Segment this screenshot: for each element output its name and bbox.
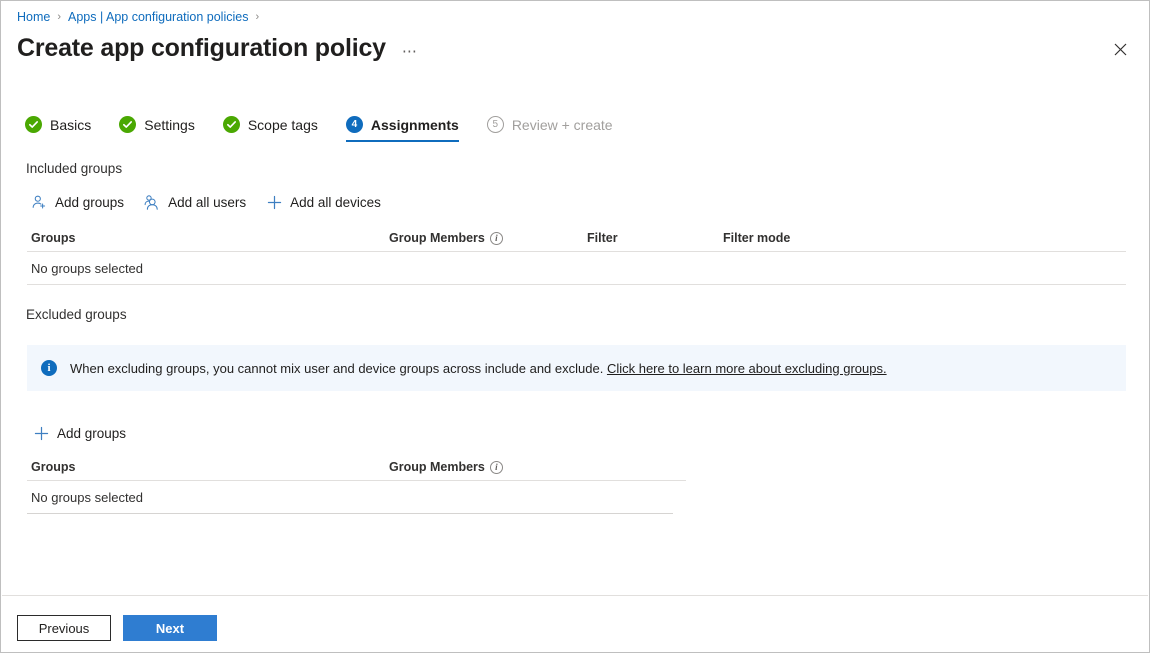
- table-row-empty: No groups selected: [27, 481, 673, 514]
- column-header-filter[interactable]: Filter: [587, 231, 723, 245]
- column-header-group-members[interactable]: Group Members i: [389, 231, 587, 245]
- info-icon: i: [41, 360, 57, 376]
- plus-icon: [31, 423, 51, 443]
- wizard-step-label: Basics: [50, 117, 91, 133]
- create-app-configuration-policy-blade: Home › Apps | App configuration policies…: [0, 0, 1150, 653]
- more-options-button[interactable]: ⋯: [402, 39, 418, 59]
- add-all-devices-button[interactable]: Add all devices: [264, 189, 381, 215]
- add-all-users-label: Add all users: [168, 195, 246, 210]
- banner-message: When excluding groups, you cannot mix us…: [70, 361, 603, 376]
- breadcrumb: Home › Apps | App configuration policies…: [17, 9, 266, 25]
- wizard-steps: Basics Settings Scope tags 4 Assignments: [25, 116, 641, 142]
- learn-more-link[interactable]: Click here to learn more about excluding…: [607, 361, 887, 376]
- breadcrumb-separator-icon: ›: [255, 9, 259, 25]
- check-circle-icon: [119, 116, 136, 133]
- excluded-groups-table: Groups Group Members i No groups selecte…: [27, 454, 686, 514]
- table-header-row: Groups Group Members i: [27, 454, 686, 481]
- wizard-step-label: Settings: [144, 117, 195, 133]
- step-number-badge: 4: [346, 116, 363, 133]
- excluded-groups-commandbar: Add groups: [31, 420, 144, 446]
- info-icon[interactable]: i: [490, 461, 503, 474]
- included-groups-table: Groups Group Members i Filter Filter mod…: [27, 225, 1126, 285]
- included-groups-commandbar: Add groups Add all users Add all devices: [29, 189, 399, 215]
- wizard-step-basics[interactable]: Basics: [25, 116, 91, 142]
- column-header-group-members[interactable]: Group Members i: [389, 460, 589, 474]
- banner-text: When excluding groups, you cannot mix us…: [70, 361, 887, 376]
- excluded-groups-label: Excluded groups: [26, 307, 127, 322]
- info-icon[interactable]: i: [490, 232, 503, 245]
- users-icon: [142, 192, 162, 212]
- check-circle-icon: [25, 116, 42, 133]
- step-number-badge: 5: [487, 116, 504, 133]
- close-icon: [1114, 43, 1127, 61]
- next-button[interactable]: Next: [123, 615, 217, 641]
- breadcrumb-item-apps[interactable]: Apps | App configuration policies: [68, 9, 248, 25]
- previous-button[interactable]: Previous: [17, 615, 111, 641]
- add-all-users-button[interactable]: Add all users: [142, 189, 246, 215]
- table-row-empty: No groups selected: [27, 252, 1126, 285]
- column-header-groups[interactable]: Groups: [27, 460, 389, 474]
- add-groups-label: Add groups: [55, 195, 124, 210]
- empty-state-text: No groups selected: [27, 490, 143, 505]
- column-header-filter-mode[interactable]: Filter mode: [723, 231, 923, 245]
- breadcrumb-item-home[interactable]: Home: [17, 9, 50, 25]
- empty-state-text: No groups selected: [27, 261, 143, 276]
- footer-divider: [2, 595, 1148, 596]
- add-all-devices-label: Add all devices: [290, 195, 381, 210]
- wizard-step-label: Review + create: [512, 117, 613, 133]
- excluded-add-groups-label: Add groups: [57, 426, 126, 441]
- page-title: Create app configuration policy: [17, 34, 386, 63]
- footer-actions: Previous Next: [17, 615, 217, 641]
- plus-icon: [264, 192, 284, 212]
- close-button[interactable]: [1105, 37, 1135, 67]
- wizard-step-assignments[interactable]: 4 Assignments: [346, 116, 459, 142]
- wizard-step-review-create[interactable]: 5 Review + create: [487, 116, 613, 142]
- breadcrumb-separator-icon: ›: [57, 9, 61, 25]
- add-groups-button[interactable]: Add groups: [29, 189, 124, 215]
- wizard-step-settings[interactable]: Settings: [119, 116, 195, 142]
- wizard-step-label: Assignments: [371, 117, 459, 133]
- table-header-row: Groups Group Members i Filter Filter mod…: [27, 225, 1126, 252]
- wizard-step-scope-tags[interactable]: Scope tags: [223, 116, 318, 142]
- wizard-step-label: Scope tags: [248, 117, 318, 133]
- column-header-groups[interactable]: Groups: [27, 231, 389, 245]
- title-row: Create app configuration policy ⋯: [17, 34, 418, 63]
- included-groups-label: Included groups: [26, 161, 122, 176]
- add-user-icon: [29, 192, 49, 212]
- excluded-add-groups-button[interactable]: Add groups: [31, 420, 126, 446]
- excluded-groups-info-banner: i When excluding groups, you cannot mix …: [27, 345, 1126, 391]
- check-circle-icon: [223, 116, 240, 133]
